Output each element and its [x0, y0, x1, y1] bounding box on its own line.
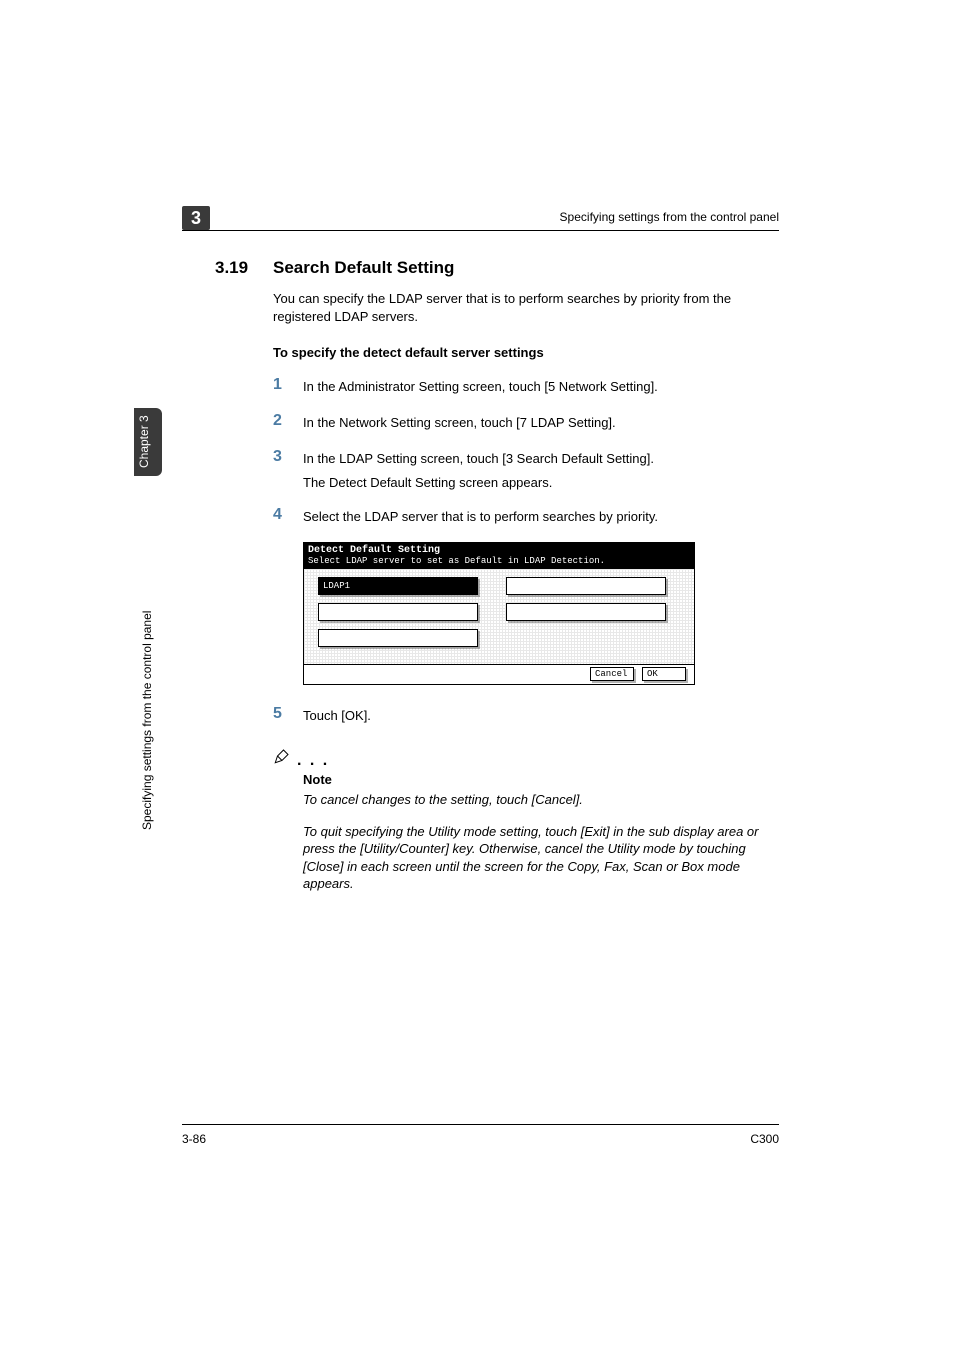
- step-1: 1 In the Administrator Setting screen, t…: [273, 378, 779, 396]
- section-heading-row: 3.19 Search Default Setting: [215, 258, 779, 278]
- step-text: Touch [OK].: [303, 707, 779, 725]
- screenshot-footer: Cancel OK: [304, 664, 694, 684]
- ldap-server-option-2[interactable]: [506, 577, 666, 595]
- pen-icon: [273, 747, 291, 770]
- ldap-server-option-4[interactable]: [506, 603, 666, 621]
- step-text: In the Network Setting screen, touch [7 …: [303, 414, 779, 432]
- step-number: 1: [273, 376, 282, 394]
- ldap-server-option-5[interactable]: [318, 629, 478, 647]
- step-text: In the Administrator Setting screen, tou…: [303, 378, 779, 396]
- footer-rule: [182, 1124, 779, 1125]
- step-text: In the LDAP Setting screen, touch [3 Sea…: [303, 450, 779, 468]
- section-number: 3.19: [215, 258, 248, 278]
- intro-paragraph: You can specify the LDAP server that is …: [273, 290, 779, 325]
- step-number: 4: [273, 506, 282, 524]
- step-number: 3: [273, 448, 282, 466]
- note-paragraph-1: To cancel changes to the setting, touch …: [303, 791, 779, 809]
- side-chapter-label: Chapter 3: [137, 410, 159, 474]
- note-ellipsis-icon: . . .: [297, 752, 329, 770]
- ok-button[interactable]: OK: [642, 667, 686, 681]
- screenshot-body: LDAP1: [304, 568, 694, 664]
- step-subtext: The Detect Default Setting screen appear…: [303, 475, 779, 490]
- note-paragraph-2: To quit specifying the Utility mode sett…: [303, 823, 779, 893]
- content-area: 3.19 Search Default Setting You can spec…: [215, 258, 779, 893]
- screenshot-titlebar: Detect Default Setting: [304, 543, 694, 556]
- note-icon-row: . . .: [273, 747, 779, 770]
- model-label: C300: [750, 1132, 779, 1146]
- step-2: 2 In the Network Setting screen, touch […: [273, 414, 779, 432]
- page-number: 3-86: [182, 1132, 206, 1146]
- page: Chapter 3 Specifying settings from the c…: [0, 0, 954, 1350]
- step-4: 4 Select the LDAP server that is to perf…: [273, 508, 779, 526]
- step-3: 3 In the LDAP Setting screen, touch [3 S…: [273, 450, 779, 489]
- chapter-number-badge: 3: [182, 206, 210, 230]
- ldap-server-option-3[interactable]: [318, 603, 478, 621]
- side-vertical-caption: Specifying settings from the control pan…: [140, 500, 156, 830]
- cancel-button[interactable]: Cancel: [590, 667, 634, 681]
- step-number: 2: [273, 412, 282, 430]
- running-header: Specifying settings from the control pan…: [560, 210, 779, 224]
- section-title: Search Default Setting: [273, 258, 779, 278]
- ldap-server-option-1[interactable]: LDAP1: [318, 577, 478, 595]
- embedded-screenshot: Detect Default Setting Select LDAP serve…: [303, 542, 695, 685]
- procedure-subhead: To specify the detect default server set…: [273, 345, 779, 360]
- note-title: Note: [303, 772, 779, 787]
- screenshot-subtitle: Select LDAP server to set as Default in …: [304, 556, 694, 568]
- step-5: 5 Touch [OK].: [273, 707, 779, 725]
- step-number: 5: [273, 705, 282, 723]
- header-rule: [182, 230, 779, 231]
- step-text: Select the LDAP server that is to perfor…: [303, 508, 779, 526]
